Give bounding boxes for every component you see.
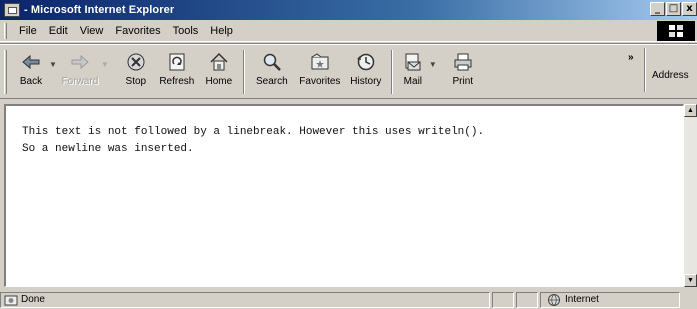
forward-dropdown-arrow-icon[interactable]: ▼ [101, 60, 109, 69]
windows-logo-throbber [657, 21, 695, 41]
stop-button[interactable]: Stop [117, 48, 155, 96]
window-controls: _ □ x [650, 2, 697, 16]
mail-button[interactable]: Mail [397, 48, 429, 96]
home-label: Home [205, 76, 233, 87]
maximize-button[interactable]: □ [666, 2, 681, 16]
window-title: - Microsoft Internet Explorer [24, 4, 175, 16]
toolbar-separator [390, 50, 393, 94]
back-dropdown-arrow-icon[interactable]: ▼ [49, 60, 57, 69]
stop-label: Stop [125, 76, 147, 87]
stop-icon [123, 50, 149, 74]
toolbar-separator [242, 50, 245, 94]
search-icon [259, 50, 285, 74]
history-icon [353, 50, 379, 74]
menu-view[interactable]: View [74, 25, 110, 37]
mail-dropdown-arrow-icon[interactable]: ▼ [429, 60, 437, 69]
search-label: Search [256, 76, 288, 87]
standard-toolbar: Back ▼ Forward ▼ Stop Refresh Home Searc… [0, 43, 697, 99]
mail-icon [400, 50, 426, 74]
menu-file[interactable]: File [13, 25, 43, 37]
search-button[interactable]: Search [249, 48, 295, 96]
close-button[interactable]: x [682, 2, 697, 16]
history-button[interactable]: History [345, 48, 387, 96]
print-icon [450, 50, 476, 74]
print-label: Print [452, 76, 474, 87]
favorites-icon [307, 50, 333, 74]
favorites-label: Favorites [299, 76, 341, 87]
page-text-block: This text is not followed by a linebreak… [22, 124, 484, 158]
menu-tools[interactable]: Tools [167, 25, 205, 37]
page-text-line: This text is not followed by a linebreak… [22, 126, 485, 138]
forward-arrow-icon [67, 50, 93, 74]
menu-edit[interactable]: Edit [43, 25, 74, 37]
ie-app-icon[interactable] [4, 3, 20, 17]
status-bar: Done Internet [0, 290, 697, 309]
address-bar-label[interactable]: Address [652, 70, 689, 81]
back-button[interactable]: Back [13, 48, 49, 96]
vertical-scrollbar[interactable]: ▲ ▼ [684, 104, 697, 287]
forward-button[interactable]: Forward [59, 48, 101, 96]
page-content[interactable]: This text is not followed by a linebreak… [4, 104, 684, 287]
page-text-line: So a newline was inserted. [22, 143, 194, 155]
mail-label: Mail [403, 76, 423, 87]
home-button[interactable]: Home [199, 48, 239, 96]
security-zone-panel[interactable]: Internet [540, 291, 680, 308]
home-icon [206, 50, 232, 74]
windows-flag-icon [669, 25, 683, 37]
toolbar-separator [644, 48, 646, 92]
status-panel-empty [492, 291, 514, 308]
toolbar-more-chevron[interactable]: » [628, 52, 634, 63]
title-bar[interactable]: - Microsoft Internet Explorer _ □ x [0, 0, 697, 20]
status-text: Done [21, 294, 45, 305]
history-label: History [350, 76, 382, 87]
toolbar-grip[interactable] [4, 50, 7, 94]
security-zone-label: Internet [565, 294, 599, 305]
menu-grip[interactable] [4, 22, 7, 39]
refresh-label: Refresh [159, 76, 195, 87]
refresh-icon [164, 50, 190, 74]
scroll-down-button[interactable]: ▼ [684, 274, 697, 287]
browser-window: - Microsoft Internet Explorer _ □ x File… [0, 0, 697, 309]
menu-bar: File Edit View Favorites Tools Help [0, 20, 697, 42]
print-button[interactable]: Print [443, 48, 483, 96]
forward-label: Forward [61, 76, 99, 87]
back-arrow-icon [18, 50, 44, 74]
minimize-button[interactable]: _ [650, 2, 665, 16]
status-main-panel: Done [0, 291, 490, 308]
internet-globe-icon [548, 293, 560, 306]
back-label: Back [19, 76, 43, 87]
scroll-up-button[interactable]: ▲ [684, 104, 697, 117]
menu-help[interactable]: Help [204, 25, 239, 37]
page-done-icon [4, 295, 18, 305]
favorites-button[interactable]: Favorites [295, 48, 345, 96]
menu-favorites[interactable]: Favorites [109, 25, 166, 37]
status-panel-empty [516, 291, 538, 308]
refresh-button[interactable]: Refresh [155, 48, 199, 96]
